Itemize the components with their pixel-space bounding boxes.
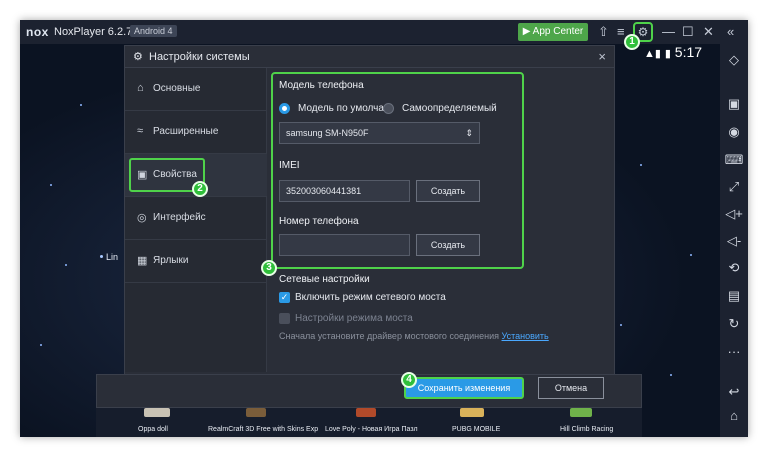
rotate-icon[interactable]: ◇ (720, 52, 748, 68)
bridge-mode-checkbox[interactable]: ✓ (279, 292, 290, 303)
imei-generate-button[interactable]: Создать (416, 180, 480, 202)
app-label[interactable]: Oppa doll (138, 426, 168, 433)
step-badge-2: 2 (192, 181, 208, 197)
dialog-header: ⚙ Настройки системы × (125, 46, 614, 68)
sidebar-item-label: Интерфейс (153, 212, 206, 223)
version-label: NoxPlayer 6.2.7.0 (54, 26, 142, 38)
sidebar-item-basic[interactable]: ⌂ Основные (125, 68, 267, 111)
shirt-icon[interactable]: ⇧ (598, 23, 609, 41)
minimize-icon[interactable]: — (662, 23, 675, 41)
fullscreen-icon[interactable]: ⤢ (720, 179, 748, 195)
chevron-updown-icon: ⇕ (465, 128, 473, 138)
sidebar-item-interface[interactable]: ◎ Интерфейс (125, 197, 267, 240)
home-icon: ⌂ (137, 82, 144, 94)
apk-icon[interactable]: ▤ (720, 288, 748, 304)
back-icon[interactable]: ↩ (720, 384, 748, 400)
driver-hint-text: Сначала установите драйвер мостового сое… (279, 331, 499, 341)
sidebar-item-label: Расширенные (153, 126, 219, 137)
imei-field[interactable]: 352003060441381 (279, 180, 410, 202)
radio-custom-model[interactable] (383, 103, 394, 114)
install-link[interactable]: Установить (502, 331, 549, 341)
app-label[interactable]: Hill Climb Racing (560, 426, 613, 433)
settings-content: Модель телефона Модель по умолчан Самооп… (268, 68, 614, 372)
nox-logo: nox (26, 25, 49, 39)
shake-icon[interactable]: ⟲ (720, 260, 748, 276)
radio-default-label: Модель по умолчан (298, 103, 384, 114)
step-badge-1: 1 (624, 34, 640, 50)
screenshot-icon[interactable]: ▣ (720, 96, 748, 112)
app-label[interactable]: Love Poly - Новая Игра Пазл (325, 426, 418, 433)
model-select[interactable]: samsung SM-N950F ⇕ (279, 122, 480, 144)
app-thumb[interactable] (144, 408, 170, 417)
close-icon[interactable]: ✕ (703, 23, 714, 41)
settings-dialog: ⚙ Настройки системы × ⌂ Основные ≈ Расши… (124, 45, 615, 401)
bridge-mode-label: Включить режим сетевого моста (295, 292, 446, 303)
palette-icon: ◎ (137, 212, 147, 224)
nox-window: Lin nox NoxPlayer 6.2.7.0 Android 4 ▶ Ap… (20, 20, 748, 437)
properties-icon: ▣ (137, 169, 148, 181)
network-title: Сетевые настройки (279, 274, 370, 285)
sidebar-item-advanced[interactable]: ≈ Расширенные (125, 111, 267, 154)
phone-number-field[interactable] (279, 234, 410, 256)
restore-icon[interactable]: ☐ (682, 23, 694, 41)
app-thumb[interactable] (460, 408, 484, 417)
save-changes-button[interactable]: Сохранить изменения (404, 377, 524, 399)
volume-up-icon[interactable]: ◁+ (720, 206, 748, 222)
collapse-icon[interactable]: « (727, 23, 734, 41)
step-badge-3: 3 (261, 260, 277, 276)
home-icon[interactable]: ⌂ (720, 408, 748, 423)
app-center-label: App Center (532, 26, 584, 37)
phone-number-generate-button[interactable]: Создать (416, 234, 480, 256)
app-thumb[interactable] (246, 408, 266, 417)
radio-custom-label: Самоопределяемый (402, 103, 497, 114)
settings-gear-icon: ⚙ (133, 51, 143, 63)
bridge-settings-checkbox[interactable] (279, 313, 290, 324)
sidebar-item-shortcuts[interactable]: ▦ Ярлыки (125, 240, 267, 283)
battery-icon: ▮ (664, 48, 671, 60)
app-center-button[interactable]: ▶ App Center (518, 23, 588, 41)
app-label[interactable]: RealmCraft 3D Free with Skins Exp (208, 426, 318, 433)
menu-icon[interactable]: ≡ (617, 23, 625, 41)
android-badge: Android 4 (130, 25, 177, 37)
app-thumb[interactable] (570, 408, 592, 417)
more-icon[interactable]: ··· (720, 344, 748, 359)
app-label[interactable]: PUBG MOBILE (452, 426, 500, 433)
driver-hint: Сначала установите драйвер мостового сое… (279, 331, 549, 341)
settings-sidebar: ⌂ Основные ≈ Расширенные ▣ Свойства ◎ Ин… (125, 68, 267, 372)
step-badge-4: 4 (401, 372, 417, 388)
right-toolbar: ◇ ▣ ◉ ⌨ ⤢ ◁+ ◁- ⟲ ▤ ↻ ··· ↩ ⌂ (720, 44, 748, 437)
background-app-label: Lin (99, 252, 119, 262)
status-time: 5:17 (674, 44, 703, 60)
radio-default-model[interactable] (279, 103, 290, 114)
sidebar-item-label: Ярлыки (153, 255, 189, 266)
sidebar-item-label: Свойства (153, 169, 197, 180)
sidebar-item-label: Основные (153, 83, 201, 94)
sync-icon[interactable]: ↻ (720, 316, 748, 332)
phone-number-title: Номер телефона (279, 216, 359, 227)
wifi-icon: ▲▮ (644, 48, 661, 60)
imei-title: IMEI (279, 160, 300, 171)
volume-down-icon[interactable]: ◁- (720, 233, 748, 249)
status-bar: ▲▮ ▮ 5:17 (644, 44, 702, 60)
model-select-value: samsung SM-N950F (286, 128, 369, 138)
cancel-button[interactable]: Отмена (538, 377, 604, 399)
dialog-close-icon[interactable]: × (598, 49, 606, 64)
bridge-settings-label: Настройки режима моста (295, 313, 413, 324)
keyboard-icon: ▦ (137, 255, 148, 267)
location-icon[interactable]: ◉ (720, 124, 748, 140)
dialog-title: Настройки системы (149, 51, 250, 63)
phone-model-title: Модель телефона (279, 80, 364, 91)
keyboard-icon[interactable]: ⌨ (720, 152, 748, 168)
app-thumb[interactable] (356, 408, 376, 417)
sliders-icon: ≈ (137, 125, 144, 137)
